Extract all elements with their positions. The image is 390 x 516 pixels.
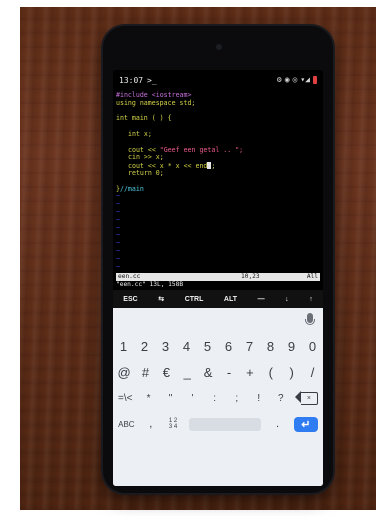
tilde-line: ~ bbox=[116, 254, 120, 263]
key-period[interactable]: . bbox=[272, 418, 284, 430]
signal-icon: ▾◢ bbox=[300, 75, 310, 84]
key-3[interactable]: 3 bbox=[160, 339, 172, 354]
fraction-key[interactable]: 1 2 3 4 bbox=[167, 418, 179, 430]
dash-key[interactable]: — bbox=[255, 294, 268, 305]
tilde-line: ~ bbox=[116, 262, 120, 271]
keyboard-row-symbols-2: =\< * " ' : ; ! ? × bbox=[113, 386, 323, 410]
vim-statusline: een.cc 10,23 All bbox=[116, 273, 320, 281]
tilde-line: ~ bbox=[116, 215, 120, 224]
code-line-decl: int x; bbox=[128, 129, 152, 138]
lock-icon: ◉ bbox=[284, 75, 290, 84]
key-9[interactable]: 9 bbox=[286, 339, 298, 354]
key-exclamation[interactable]: ! bbox=[253, 393, 265, 404]
keyboard-row-numbers: 1 2 3 4 5 6 7 8 9 0 bbox=[113, 334, 323, 358]
phone-screen: 13:07 >_ ⚙ ◉ ◎ ▾◢ #include <iostream> us… bbox=[113, 70, 323, 486]
settings-icon: ⚙ bbox=[276, 75, 282, 84]
phone-device: 13:07 >_ ⚙ ◉ ◎ ▾◢ #include <iostream> us… bbox=[103, 26, 333, 493]
key-plus[interactable]: + bbox=[244, 365, 256, 380]
tilde-line: ~ bbox=[116, 192, 120, 201]
esc-key[interactable]: ESC bbox=[120, 294, 140, 305]
tilde-line: ~ bbox=[116, 223, 120, 232]
termux-extra-keys: ESC ⇆ CTRL ALT — ↓ ↑ bbox=[113, 290, 323, 308]
status-bar: 13:07 >_ ⚙ ◉ ◎ ▾◢ bbox=[113, 70, 323, 92]
key-ampersand[interactable]: & bbox=[202, 365, 214, 380]
key-6[interactable]: 6 bbox=[223, 339, 235, 354]
key-single-quote[interactable]: ' bbox=[187, 393, 199, 404]
abc-key[interactable]: ABC bbox=[118, 420, 134, 429]
vim-cmdline: "een.cc" 13L, 158B bbox=[116, 281, 184, 288]
key-semicolon[interactable]: ; bbox=[231, 393, 243, 404]
enter-icon[interactable]: ↵ bbox=[293, 416, 318, 432]
key-slash[interactable]: / bbox=[307, 365, 319, 380]
key-0[interactable]: 0 bbox=[307, 339, 319, 354]
backspace-icon[interactable]: × bbox=[294, 391, 318, 405]
key-euro[interactable]: € bbox=[160, 365, 172, 380]
keyboard-nav-area bbox=[113, 448, 323, 486]
key-paren-open[interactable]: ( bbox=[265, 365, 277, 380]
key-minus[interactable]: - bbox=[223, 365, 235, 380]
key-double-quote[interactable]: " bbox=[165, 393, 177, 404]
code-line-return: return 0; bbox=[128, 168, 164, 177]
tab-key[interactable]: ⇆ bbox=[155, 293, 167, 305]
tilde-line: ~ bbox=[116, 207, 120, 216]
keyboard-row-bottom: ABC , 1 2 3 4 . ↵ bbox=[113, 412, 323, 436]
fraction-bottom: 3 4 bbox=[168, 424, 178, 430]
arrow-down-key[interactable]: ↓ bbox=[282, 294, 292, 305]
battery-low-icon bbox=[313, 75, 317, 84]
arrow-up-key[interactable]: ↑ bbox=[306, 294, 316, 305]
keyboard-toolbar bbox=[113, 308, 323, 330]
status-icons: ⚙ ◉ ◎ ▾◢ bbox=[277, 75, 317, 84]
ctrl-key[interactable]: CTRL bbox=[182, 294, 207, 305]
status-time: 13:07 bbox=[119, 76, 144, 85]
key-5[interactable]: 5 bbox=[202, 339, 214, 354]
code-line-using: using namespace std; bbox=[116, 98, 196, 107]
microphone-icon[interactable] bbox=[305, 313, 315, 325]
spacebar[interactable] bbox=[189, 417, 262, 431]
code-line-cin: cin >> x; bbox=[128, 153, 164, 162]
terminal-app-icon: >_ bbox=[147, 76, 157, 85]
soft-keyboard: 1 2 3 4 5 6 7 8 9 0 @ # € _ & - + ( ) / … bbox=[113, 308, 323, 486]
statusline-scroll: All bbox=[306, 273, 318, 280]
key-7[interactable]: 7 bbox=[244, 339, 256, 354]
tilde-line: ~ bbox=[116, 200, 120, 209]
statusline-filename: een.cc bbox=[118, 273, 141, 280]
key-8[interactable]: 8 bbox=[265, 339, 277, 354]
key-underscore[interactable]: _ bbox=[181, 365, 193, 380]
vim-editor[interactable]: #include <iostream> using namespace std;… bbox=[116, 91, 320, 273]
code-line-close: }//main bbox=[116, 184, 144, 193]
statusline-position: 10,23 bbox=[241, 273, 260, 280]
tilde-line: ~ bbox=[116, 239, 120, 248]
key-at[interactable]: @ bbox=[117, 365, 130, 380]
alt-key[interactable]: ALT bbox=[221, 294, 240, 305]
key-asterisk[interactable]: * bbox=[143, 393, 155, 404]
key-4[interactable]: 4 bbox=[181, 339, 193, 354]
key-paren-close[interactable]: ) bbox=[286, 365, 298, 380]
key-colon[interactable]: : bbox=[209, 393, 221, 404]
sync-icon: ◎ bbox=[292, 75, 298, 84]
key-more-symbols[interactable]: =\< bbox=[118, 393, 132, 404]
tilde-line: ~ bbox=[116, 231, 120, 240]
key-hash[interactable]: # bbox=[140, 365, 152, 380]
key-comma[interactable]: , bbox=[145, 418, 157, 430]
keyboard-row-symbols-1: @ # € _ & - + ( ) / bbox=[113, 360, 323, 384]
tilde-line: ~ bbox=[116, 246, 120, 255]
key-2[interactable]: 2 bbox=[139, 339, 151, 354]
front-camera bbox=[216, 44, 222, 50]
code-line-main: int main ( ) { bbox=[116, 114, 172, 123]
key-1[interactable]: 1 bbox=[118, 339, 130, 354]
key-question[interactable]: ? bbox=[275, 393, 287, 404]
